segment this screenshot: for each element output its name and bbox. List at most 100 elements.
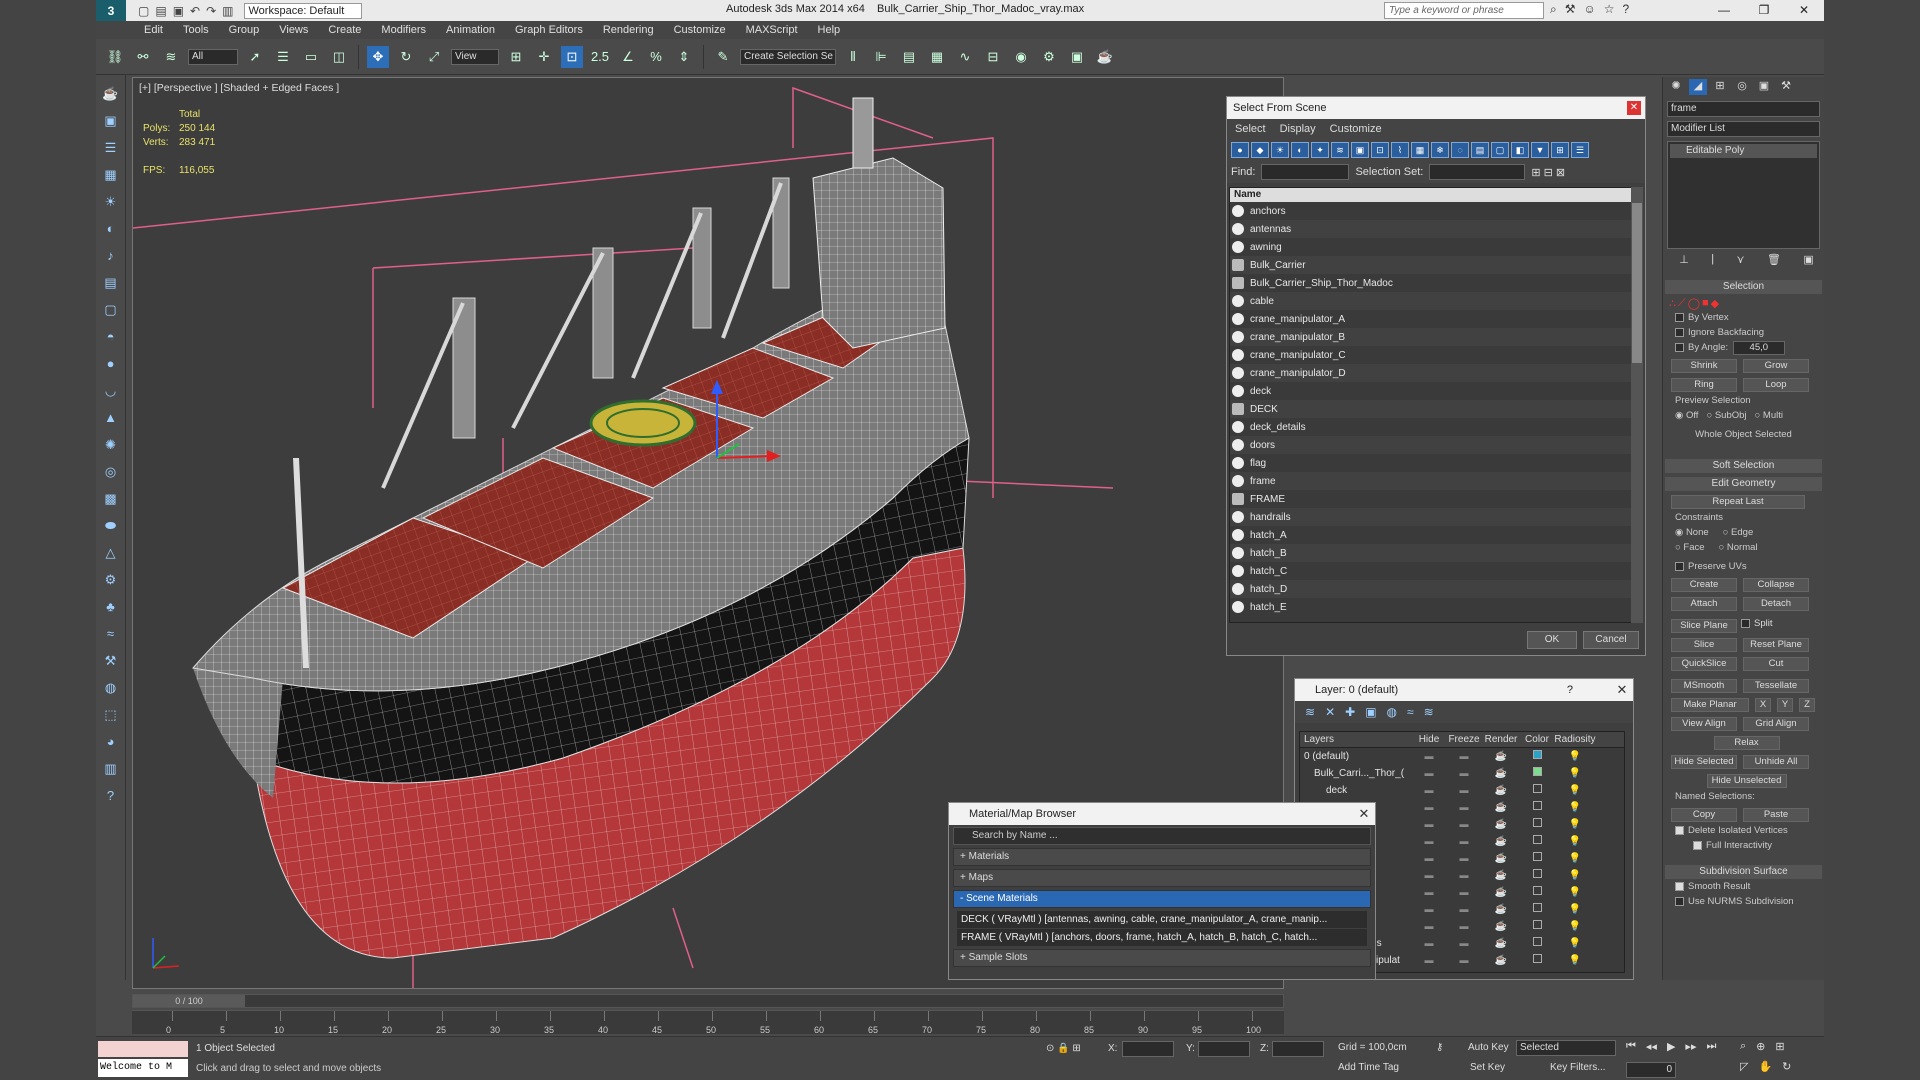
containers-filter-icon[interactable]: ▦ (1411, 142, 1429, 158)
list-item[interactable]: awning (1230, 238, 1640, 256)
menu-views[interactable]: Views (279, 24, 308, 36)
named-selection-dropdown[interactable]: Create Selection Se (740, 48, 836, 65)
constraint-edge-radio[interactable]: ○ Edge (1723, 525, 1754, 540)
list-item[interactable]: frame (1230, 472, 1640, 490)
freeze-toggle[interactable]: ▬ (1446, 799, 1482, 816)
radiosity-bulb-icon[interactable]: 💡 (1554, 782, 1596, 799)
relax-button[interactable]: Relax (1713, 736, 1780, 750)
hide-toggle[interactable]: ▬ (1412, 765, 1446, 782)
radiosity-bulb-icon[interactable]: 💡 (1554, 901, 1596, 918)
remove-modifier-icon[interactable]: 🗑 (1767, 253, 1781, 266)
gear-icon[interactable]: ⚙ (101, 569, 121, 591)
ok-button[interactable]: OK (1527, 631, 1577, 649)
hair-icon[interactable]: ≈ (101, 623, 121, 645)
bowl-icon[interactable]: ◡ (101, 380, 121, 402)
film-icon[interactable]: ▤ (101, 272, 121, 294)
freeze-toggle[interactable]: ▬ (1446, 833, 1482, 850)
layer-color-swatch[interactable] (1520, 816, 1554, 833)
layer-color-swatch[interactable] (1520, 952, 1554, 969)
checkbox[interactable] (1675, 312, 1684, 322)
layer-color-swatch[interactable] (1520, 833, 1554, 850)
goto-start-icon[interactable]: ⏮ (1626, 1040, 1636, 1053)
menu-modifiers[interactable]: Modifiers (381, 24, 426, 36)
list-item[interactable]: deck_details (1230, 418, 1640, 436)
modifier-list-dropdown[interactable]: Modifier List (1667, 121, 1820, 137)
freeze-toggle[interactable]: ▬ (1446, 918, 1482, 935)
percent-snap-icon[interactable]: % (645, 46, 667, 68)
hierarchy-tab-icon[interactable]: ⊞ (1711, 79, 1729, 95)
sfs-menu-select[interactable]: Select (1235, 119, 1266, 139)
list-item[interactable]: deck (1230, 382, 1640, 400)
light-icon[interactable]: ☀ (101, 191, 121, 213)
hide-unselected-button[interactable]: Hide Unselected (1706, 774, 1787, 788)
render-teapot-icon[interactable]: ☕ (1482, 782, 1520, 799)
shapes-filter-icon[interactable]: ◆ (1251, 142, 1269, 158)
by-angle-option[interactable]: By Angle: 45,0 (1663, 340, 1824, 355)
hierarchy-icon[interactable]: ⊞ (1551, 142, 1569, 158)
radiosity-bulb-icon[interactable]: 💡 (1554, 935, 1596, 952)
select-by-name-icon[interactable]: ☰ (272, 46, 294, 68)
group-scene-materials[interactable]: - Scene Materials (953, 890, 1371, 908)
list-item[interactable]: crane_manipulator_C (1230, 346, 1640, 364)
keyboard-shortcut-override-icon[interactable]: ⊡ (561, 45, 583, 68)
list-item[interactable]: antennas (1230, 220, 1640, 238)
scene-object-list[interactable]: Name anchors antennas awning Bulk_Carrier Bu… (1229, 187, 1641, 623)
checkbox[interactable] (1675, 561, 1684, 571)
zoom-extents-icon[interactable]: ⊞ (1775, 1040, 1784, 1053)
quickslice-button[interactable]: QuickSlice (1671, 657, 1737, 671)
list-item[interactable]: crane_manipulator_D (1230, 364, 1640, 382)
group-maps[interactable]: + Maps (953, 869, 1371, 887)
minimize-button[interactable]: — (1704, 0, 1744, 21)
bones-filter-icon[interactable]: ⌇ (1391, 142, 1409, 158)
rotate-icon[interactable]: ↻ (395, 46, 417, 68)
project-folder-icon[interactable]: ▥ (222, 4, 233, 18)
mirror-icon[interactable]: ⫴ (842, 46, 864, 68)
edit-geometry-rollout[interactable]: Edit Geometry (1665, 477, 1822, 491)
layer-color-swatch[interactable] (1520, 935, 1554, 952)
play-icon[interactable]: ▶ (1667, 1040, 1675, 1053)
paste-button[interactable]: Paste (1743, 808, 1809, 822)
hide-toggle[interactable]: ▬ (1412, 748, 1446, 765)
ball-icon[interactable]: ◎ (101, 461, 121, 483)
col-freeze[interactable]: Freeze (1446, 732, 1482, 747)
selection-set-dropdown[interactable] (1429, 164, 1526, 180)
freeze-toggle[interactable]: ▬ (1446, 748, 1482, 765)
search-by-name-input[interactable]: Search by Name ... (953, 827, 1371, 845)
list-item[interactable]: crane_manipulator_B (1230, 328, 1640, 346)
preserve-uvs-option[interactable]: Preserve UVs (1663, 559, 1824, 574)
constraint-face-radio[interactable]: ○ Face (1675, 540, 1705, 555)
auto-key-button[interactable]: Auto Key (1468, 1042, 1509, 1053)
planet-icon[interactable]: ◕ (101, 731, 121, 753)
list-item[interactable]: hatch_D (1230, 580, 1640, 598)
collapse-button[interactable]: Collapse (1743, 578, 1809, 592)
spinner-snap-icon[interactable]: ⇕ (673, 46, 695, 68)
constraint-normal-radio[interactable]: ○ Normal (1719, 540, 1758, 555)
workspace-dropdown[interactable]: Workspace: Default (243, 2, 362, 19)
list-item[interactable]: crane_manipulator_A (1230, 310, 1640, 328)
pyramid-icon[interactable]: △ (101, 542, 121, 564)
grid-align-button[interactable]: Grid Align (1743, 717, 1809, 731)
hide-toggle[interactable]: ▬ (1412, 833, 1446, 850)
camera-icon[interactable]: ◐ (101, 218, 121, 240)
binoculars-icon[interactable]: ⌕ (1550, 2, 1557, 17)
hide-toggle[interactable]: ▬ (1412, 884, 1446, 901)
columns-icon[interactable]: ☰ (1571, 142, 1589, 158)
render-teapot-icon[interactable]: ☕ (1482, 833, 1520, 850)
render-teapot-icon[interactable]: ☕ (1482, 799, 1520, 816)
menu-tools[interactable]: Tools (183, 24, 209, 36)
list-item[interactable]: Bulk_Carrier_Ship_Thor_Madoc (1230, 274, 1640, 292)
select-none-icon[interactable]: ▢ (1491, 142, 1509, 158)
hidden-filter-icon[interactable]: ◌ (1451, 142, 1469, 158)
goto-end-icon[interactable]: ⏭ (1706, 1040, 1716, 1053)
render-teapot-icon[interactable]: ☕ (1482, 748, 1520, 765)
pin-stack-icon[interactable]: ⊥ (1679, 253, 1689, 266)
smooth-result-option[interactable]: Smooth Result (1663, 879, 1824, 894)
close-icon[interactable]: ✕ (1627, 101, 1641, 115)
freeze-toggle[interactable]: ▬ (1446, 816, 1482, 833)
pivot-center-icon[interactable]: ⊞ (505, 46, 527, 68)
render-teapot-icon[interactable]: ☕ (1482, 918, 1520, 935)
close-icon[interactable]: ✕ (1615, 683, 1629, 697)
close-icon[interactable]: ✕ (1357, 807, 1371, 821)
viewport-label[interactable]: [+] [Perspective ] [Shaded + Edged Faces… (139, 82, 339, 94)
window-crossing-icon[interactable]: ◫ (328, 46, 350, 68)
